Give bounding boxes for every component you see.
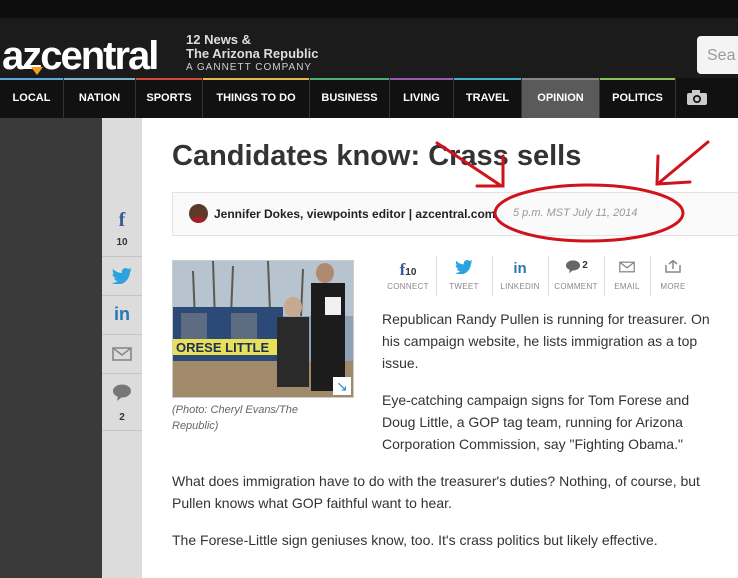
brand-line-2: The Arizona Republic xyxy=(186,46,319,61)
rail-twitter[interactable] xyxy=(102,257,142,296)
comment-count: 2 xyxy=(119,412,125,423)
nav-item-photos[interactable] xyxy=(676,78,718,118)
facebook-icon: f xyxy=(118,209,126,231)
twitter-icon xyxy=(436,260,492,278)
author-name[interactable]: Jennifer Dokes, viewpoints editor | azce… xyxy=(214,207,495,221)
photo-image: ORESE LITTLE xyxy=(173,261,353,397)
nav-label: POLITICS xyxy=(612,92,663,104)
facebook-share-count: 10 xyxy=(405,267,417,278)
nav-label: TRAVEL xyxy=(465,92,510,104)
nav-item-travel[interactable]: TRAVEL xyxy=(454,78,522,118)
comment-icon: 2 xyxy=(548,260,604,278)
facebook-icon: f10 xyxy=(399,260,417,279)
nav-color-bar xyxy=(522,78,599,80)
nav-color-bar xyxy=(64,78,135,80)
search-input[interactable]: Sea xyxy=(697,36,738,74)
byline-bar: Jennifer Dokes, viewpoints editor | azce… xyxy=(172,192,738,236)
linkedin-icon: in xyxy=(114,304,130,324)
nav-item-living[interactable]: LIVING xyxy=(390,78,454,118)
nav-item-politics[interactable]: POLITICS xyxy=(600,78,676,118)
nav-item-nation[interactable]: NATION xyxy=(64,78,136,118)
nav-label: LIVING xyxy=(403,92,440,104)
nav-item-opinion[interactable]: OPINION xyxy=(522,78,600,118)
share-twitter[interactable]: TWEET xyxy=(436,256,493,296)
nav-label: OPINION xyxy=(537,92,584,104)
nav-color-bar xyxy=(310,78,389,80)
left-background xyxy=(0,118,102,578)
nav-item-business[interactable]: BUSINESS xyxy=(310,78,390,118)
article-paragraph: The Forese-Little sign geniuses know, to… xyxy=(172,532,658,548)
email-icon xyxy=(112,347,132,361)
share-linkedin[interactable]: in LINKEDIN xyxy=(492,256,549,296)
tool-label: TWEET xyxy=(449,282,479,291)
tool-label: CONNECT xyxy=(387,282,429,291)
share-more[interactable]: MORE xyxy=(650,256,696,296)
author-avatar[interactable] xyxy=(189,204,208,223)
comment-icon xyxy=(113,384,131,401)
publish-date: 5 p.m. MST July 11, 2014 xyxy=(513,207,638,219)
nav-color-bar xyxy=(454,78,521,80)
email-icon xyxy=(604,260,650,277)
article-title: Candidates know: Crass sells xyxy=(172,140,582,172)
share-facebook[interactable]: f10 CONNECT xyxy=(380,256,437,296)
nav-color-bar xyxy=(203,78,309,80)
camera-icon xyxy=(687,90,707,105)
site-header: azcentral 12 News & The Arizona Republic… xyxy=(0,18,738,78)
azcentral-logo[interactable]: azcentral xyxy=(2,34,159,78)
main-nav: LOCAL NATION SPORTS THINGS TO DO BUSINES… xyxy=(0,78,738,118)
article-paragraph: What does immigration have to do with th… xyxy=(172,473,700,511)
photo-sign-text: ORESE LITTLE xyxy=(176,340,270,355)
more-icon xyxy=(650,259,696,277)
search-placeholder: Sea xyxy=(707,47,736,64)
rail-email[interactable] xyxy=(102,335,142,374)
nav-label: LOCAL xyxy=(12,92,51,104)
share-email[interactable]: EMAIL xyxy=(604,256,651,296)
expand-photo-icon[interactable]: ↘ xyxy=(333,377,351,395)
tool-label: LINKEDIN xyxy=(500,282,540,291)
nav-item-things-to-do[interactable]: THINGS TO DO xyxy=(203,78,310,118)
logo-text: azcentral xyxy=(2,34,159,78)
article-paragraph: Eye-catching campaign signs for Tom Fore… xyxy=(382,392,690,452)
nav-color-bar xyxy=(0,78,63,80)
rail-facebook[interactable]: f 10 xyxy=(102,200,142,257)
tool-label: MORE xyxy=(660,282,686,291)
brand-line-1: 12 News & xyxy=(186,32,252,47)
facebook-count: 10 xyxy=(116,237,128,248)
article-content: Candidates know: Crass sells Jennifer Do… xyxy=(142,118,738,578)
nav-color-bar xyxy=(390,78,453,80)
nav-item-sports[interactable]: SPORTS xyxy=(136,78,203,118)
tool-label: COMMENT xyxy=(554,282,598,291)
nav-label: NATION xyxy=(78,92,121,104)
share-rail: f 10 in 2 xyxy=(102,118,142,578)
brand-line-3: A GANNETT COMPANY xyxy=(186,62,313,73)
rail-comment[interactable]: 2 xyxy=(102,374,142,431)
rail-linkedin[interactable]: in xyxy=(102,296,142,335)
nav-label: BUSINESS xyxy=(321,92,378,104)
browser-top-strip xyxy=(0,0,738,18)
photo-caption: (Photo: Cheryl Evans/The Republic) xyxy=(172,404,298,432)
share-comment[interactable]: 2 COMMENT xyxy=(548,256,605,296)
twitter-icon xyxy=(112,268,132,285)
nav-label: THINGS TO DO xyxy=(216,92,296,104)
article-photo[interactable]: ORESE LITTLE ↘ xyxy=(172,260,354,398)
nav-item-local[interactable]: LOCAL xyxy=(0,78,64,118)
nav-color-bar xyxy=(136,78,202,80)
comment-share-count: 2 xyxy=(582,260,588,271)
nav-label: SPORTS xyxy=(146,92,192,104)
article-paragraph: Republican Randy Pullen is running for t… xyxy=(382,311,710,371)
linkedin-icon: in xyxy=(513,260,527,277)
nav-color-bar xyxy=(600,78,675,80)
tool-label: EMAIL xyxy=(614,282,640,291)
logo-arrow-icon xyxy=(31,67,43,75)
